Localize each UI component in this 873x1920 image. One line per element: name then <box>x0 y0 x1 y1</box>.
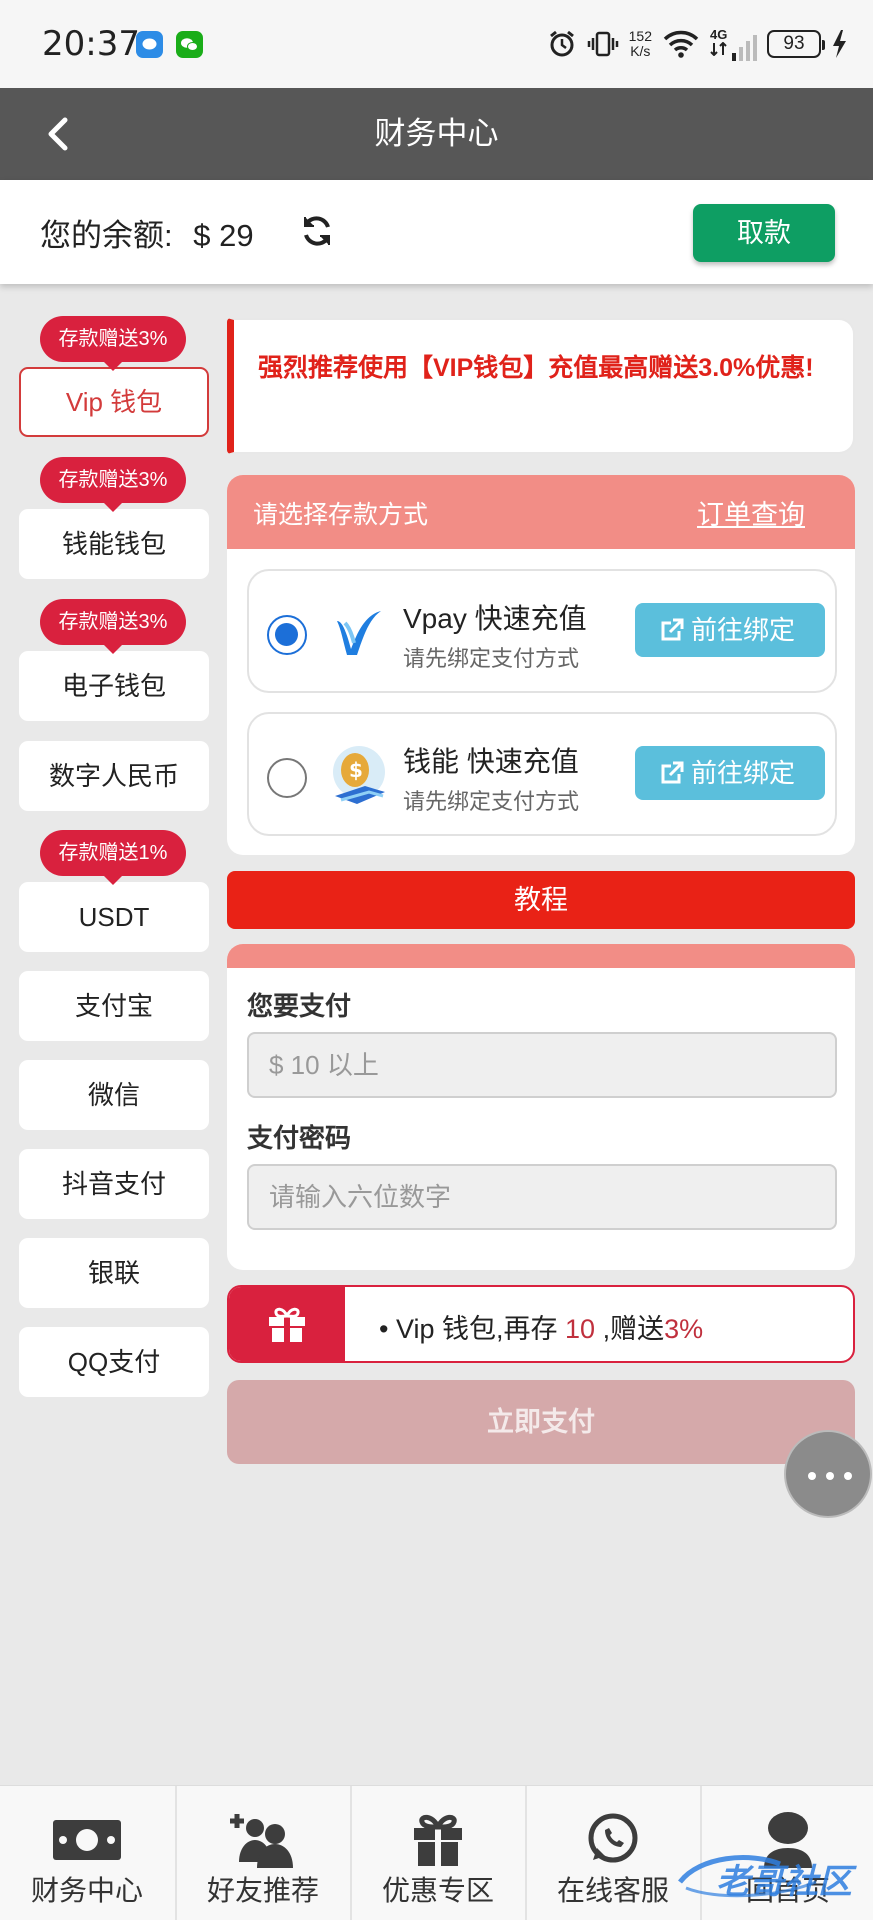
more-dot <box>844 1472 852 1480</box>
external-link-icon <box>661 618 684 641</box>
method-subtitle: 请先绑定支付方式 <box>403 646 580 671</box>
more-dot <box>826 1472 834 1480</box>
nav-label: 优惠专区 <box>381 1875 494 1906</box>
battery-indicator: 93 <box>767 30 825 58</box>
password-label: 支付密码 <box>247 1123 352 1153</box>
recommendation-notice: 强烈推荐使用【VIP钱包】充值最高赠送3.0%优惠! <box>227 318 855 454</box>
menu-item-digital-rmb[interactable]: 数字人民币 <box>19 741 209 811</box>
promo-badge: 存款赠送3% <box>40 316 186 371</box>
menu-item-usdt[interactable]: USDT <box>19 882 209 952</box>
bind-qianneng-button[interactable]: 前往绑定 <box>635 746 825 800</box>
promo-badge: 存款赠送1% <box>40 830 186 885</box>
balance-value: $ 29 <box>193 218 254 253</box>
svg-text:$: $ <box>349 758 363 782</box>
menu-item-unionpay[interactable]: 银联 <box>19 1238 209 1308</box>
nav-friend-referral[interactable]: 好友推荐 <box>175 1786 349 1920</box>
wechat-icon <box>176 31 203 58</box>
money-icon <box>53 1820 121 1860</box>
payment-form-card: 您要支付 支付密码 <box>227 944 855 1270</box>
amount-label: 您要支付 <box>247 991 352 1021</box>
menu-item-wechat[interactable]: 微信 <box>19 1060 209 1130</box>
whatsapp-icon <box>588 1813 638 1863</box>
qianneng-logo-icon: $ <box>333 746 385 804</box>
payment-password-input[interactable] <box>247 1164 837 1230</box>
payment-method-qianneng[interactable]: $ 钱能 快速充值 请先绑定支付方式 前往绑定 <box>247 712 837 836</box>
radio-qianneng[interactable] <box>267 758 307 798</box>
gift-icon <box>269 1307 305 1342</box>
nav-label: 好友推荐 <box>206 1875 319 1906</box>
menu-item-qianneng-wallet[interactable]: 钱能钱包 <box>19 509 209 579</box>
nav-online-support[interactable]: 在线客服 <box>525 1786 699 1920</box>
refresh-balance-button[interactable] <box>300 214 334 248</box>
floating-more-button[interactable] <box>784 1430 872 1518</box>
external-link-icon <box>661 761 684 784</box>
payment-method-vpay[interactable]: Vpay 快速充值 请先绑定支付方式 前往绑定 <box>247 569 837 693</box>
promo-badge: 存款赠送3% <box>40 599 186 654</box>
method-name: 钱能 快速充值 <box>403 746 579 777</box>
nav-label: 财务中心 <box>30 1875 143 1906</box>
balance-display: 您的余额: $ 29 <box>40 210 254 255</box>
menu-item-qq-pay[interactable]: QQ支付 <box>19 1327 209 1397</box>
method-name: Vpay 快速充值 <box>403 603 587 634</box>
add-friends-icon <box>230 1814 293 1868</box>
network-speed: 152 K/s <box>628 28 652 59</box>
amount-input[interactable] <box>247 1032 837 1098</box>
cellular-indicator: 4G <box>710 27 757 61</box>
gift-icon <box>414 1814 462 1866</box>
refresh-icon <box>304 216 330 246</box>
more-dot <box>808 1472 816 1480</box>
form-card-accent <box>227 944 855 968</box>
wifi-icon <box>663 30 699 58</box>
bonus-amount: 10 <box>565 1314 596 1344</box>
nav-label: 在线客服 <box>556 1875 669 1906</box>
withdraw-button[interactable]: 取款 <box>693 204 835 262</box>
pay-now-button[interactable]: 立即支付 <box>227 1380 855 1464</box>
promo-badge: 存款赠送3% <box>40 457 186 512</box>
payment-method-header: 请选择存款方式 订单查询 <box>227 475 855 549</box>
vibrate-icon <box>587 31 618 57</box>
nav-promotions[interactable]: 优惠专区 <box>350 1786 524 1920</box>
menu-item-douyin-pay[interactable]: 抖音支付 <box>19 1149 209 1219</box>
radio-vpay[interactable] <box>267 615 307 655</box>
vpay-logo-icon <box>337 611 381 655</box>
bonus-info-bar: • Vip 钱包,再存 10 ,赠送3% <box>227 1285 855 1363</box>
status-time: 20:37 <box>42 24 140 64</box>
bind-vpay-button[interactable]: 前往绑定 <box>635 603 825 657</box>
alarm-icon <box>549 30 574 57</box>
page-title: 财务中心 <box>374 116 499 151</box>
status-bar: 20:37 152 K/s 4G 93 <box>0 0 873 88</box>
bonus-text: • Vip 钱包,再存 10 ,赠送3% <box>379 1314 704 1344</box>
nav-finance-center[interactable]: 财务中心 <box>0 1786 174 1920</box>
bonus-icon-box <box>229 1287 345 1361</box>
tutorial-button[interactable]: 教程 <box>227 871 855 929</box>
charging-icon <box>833 30 846 58</box>
balance-label: 您的余额: <box>40 218 173 253</box>
menu-item-vip-wallet[interactable]: Vip 钱包 <box>19 367 209 437</box>
bonus-percent: 3% <box>664 1314 704 1344</box>
app-header: 财务中心 <box>0 88 873 180</box>
payment-method-title: 请选择存款方式 <box>253 501 429 529</box>
order-query-link[interactable]: 订单查询 <box>697 493 805 532</box>
balance-bar: 您的余额: $ 29 取款 <box>0 180 873 284</box>
menu-item-e-wallet[interactable]: 电子钱包 <box>19 651 209 721</box>
method-subtitle: 请先绑定支付方式 <box>403 789 580 814</box>
watermark: 老哥社区 <box>676 1852 866 1902</box>
message-app-icon <box>136 31 163 58</box>
watermark-text: 老哥社区 <box>716 1863 852 1901</box>
menu-item-alipay[interactable]: 支付宝 <box>19 971 209 1041</box>
payment-method-card: 请选择存款方式 订单查询 Vpay 快速充值 请先绑定支付方式 前往绑定 $ 钱… <box>227 475 855 855</box>
